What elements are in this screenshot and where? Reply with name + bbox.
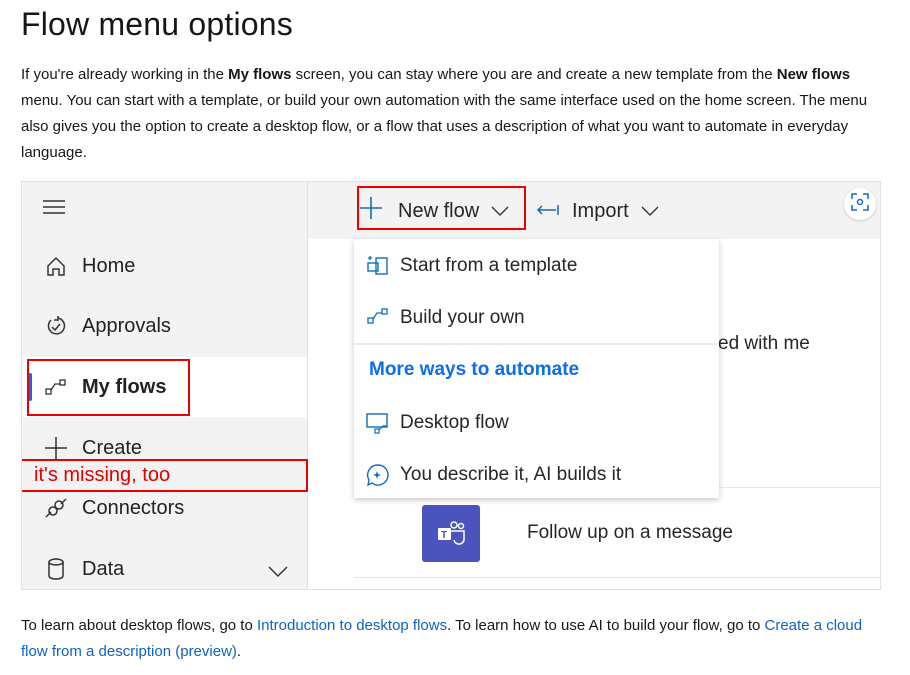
sidebar-item-label: Connectors xyxy=(82,496,185,519)
import-button[interactable]: Import xyxy=(536,194,659,228)
outro-text: . xyxy=(236,643,242,660)
screenshot-capture-button[interactable] xyxy=(844,188,876,220)
plus-icon xyxy=(44,436,68,460)
outro-paragraph: To learn about desktop flows, go to Intr… xyxy=(21,613,883,665)
import-arrow-icon xyxy=(536,200,560,223)
shared-with-me-tab[interactable]: ed with me xyxy=(718,333,810,355)
menu-item-ai-builds-it[interactable]: You describe it, AI builds it xyxy=(354,449,719,501)
menu-item-label: Build your own xyxy=(400,307,525,328)
home-icon xyxy=(44,254,68,278)
more-ways-header: More ways to automate xyxy=(369,359,580,380)
menu-item-start-from-template[interactable]: Start from a template xyxy=(354,240,719,292)
approvals-icon xyxy=(44,314,68,338)
highlight-new-flow xyxy=(357,186,526,230)
menu-item-desktop-flow[interactable]: Desktop flow xyxy=(354,397,719,449)
intro-bold-my-flows: My flows xyxy=(228,66,292,83)
sidebar-item-home[interactable]: Home xyxy=(22,236,307,296)
link-intro-desktop-flows[interactable]: Introduction to desktop flows xyxy=(257,617,447,634)
sidebar-item-data[interactable]: Data xyxy=(22,539,307,589)
menu-divider xyxy=(354,343,719,345)
page-title: Flow menu options xyxy=(21,6,293,42)
desktop-flow-icon xyxy=(366,411,390,435)
outro-text: To learn about desktop flows, go to xyxy=(21,617,257,634)
import-label: Import xyxy=(572,199,629,222)
divider xyxy=(354,577,880,578)
hamburger-menu-icon[interactable] xyxy=(42,199,66,215)
highlight-my-flows xyxy=(27,359,190,416)
chevron-down-icon[interactable] xyxy=(268,561,288,584)
menu-item-build-your-own[interactable]: Build your own xyxy=(354,292,719,344)
intro-text: menu. You can start with a template, or … xyxy=(21,92,868,161)
menu-item-label: Desktop flow xyxy=(400,412,509,433)
intro-paragraph: If you're already working in the My flow… xyxy=(21,62,883,166)
menu-item-label: Start from a template xyxy=(400,255,578,276)
annotation-box: it's missing, too xyxy=(22,459,308,492)
chevron-down-icon xyxy=(641,200,659,223)
sidebar-item-label: Create xyxy=(82,436,143,459)
sidebar-item-label: Home xyxy=(82,254,136,277)
intro-text: If you're already working in the xyxy=(21,66,229,83)
connector-icon xyxy=(44,496,68,520)
sidebar-item-approvals[interactable]: Approvals xyxy=(22,296,307,356)
camera-scan-icon xyxy=(851,192,869,216)
intro-bold-new-flows: New flows xyxy=(776,66,851,83)
sidebar-item-label: Data xyxy=(82,557,125,580)
svg-text:T: T xyxy=(441,530,447,541)
database-icon xyxy=(44,557,68,581)
annotation-text: it's missing, too xyxy=(34,464,171,486)
template-icon xyxy=(366,254,390,278)
flow-icon xyxy=(366,306,390,330)
intro-text: screen, you can stay where you are and c… xyxy=(291,66,777,83)
menu-item-label: You describe it, AI builds it xyxy=(400,464,622,485)
template-card-title[interactable]: Follow up on a message xyxy=(527,522,733,544)
teams-icon: T xyxy=(422,505,480,562)
outro-text: . To learn how to use AI to build your f… xyxy=(447,617,765,634)
sidebar-item-label: Approvals xyxy=(82,314,171,337)
new-flow-dropdown-menu: Start from a template Build your own Mor… xyxy=(354,239,719,498)
screenshot-frame: Home Approvals My flows Create Connector… xyxy=(21,181,881,590)
ai-chat-icon xyxy=(366,463,390,487)
